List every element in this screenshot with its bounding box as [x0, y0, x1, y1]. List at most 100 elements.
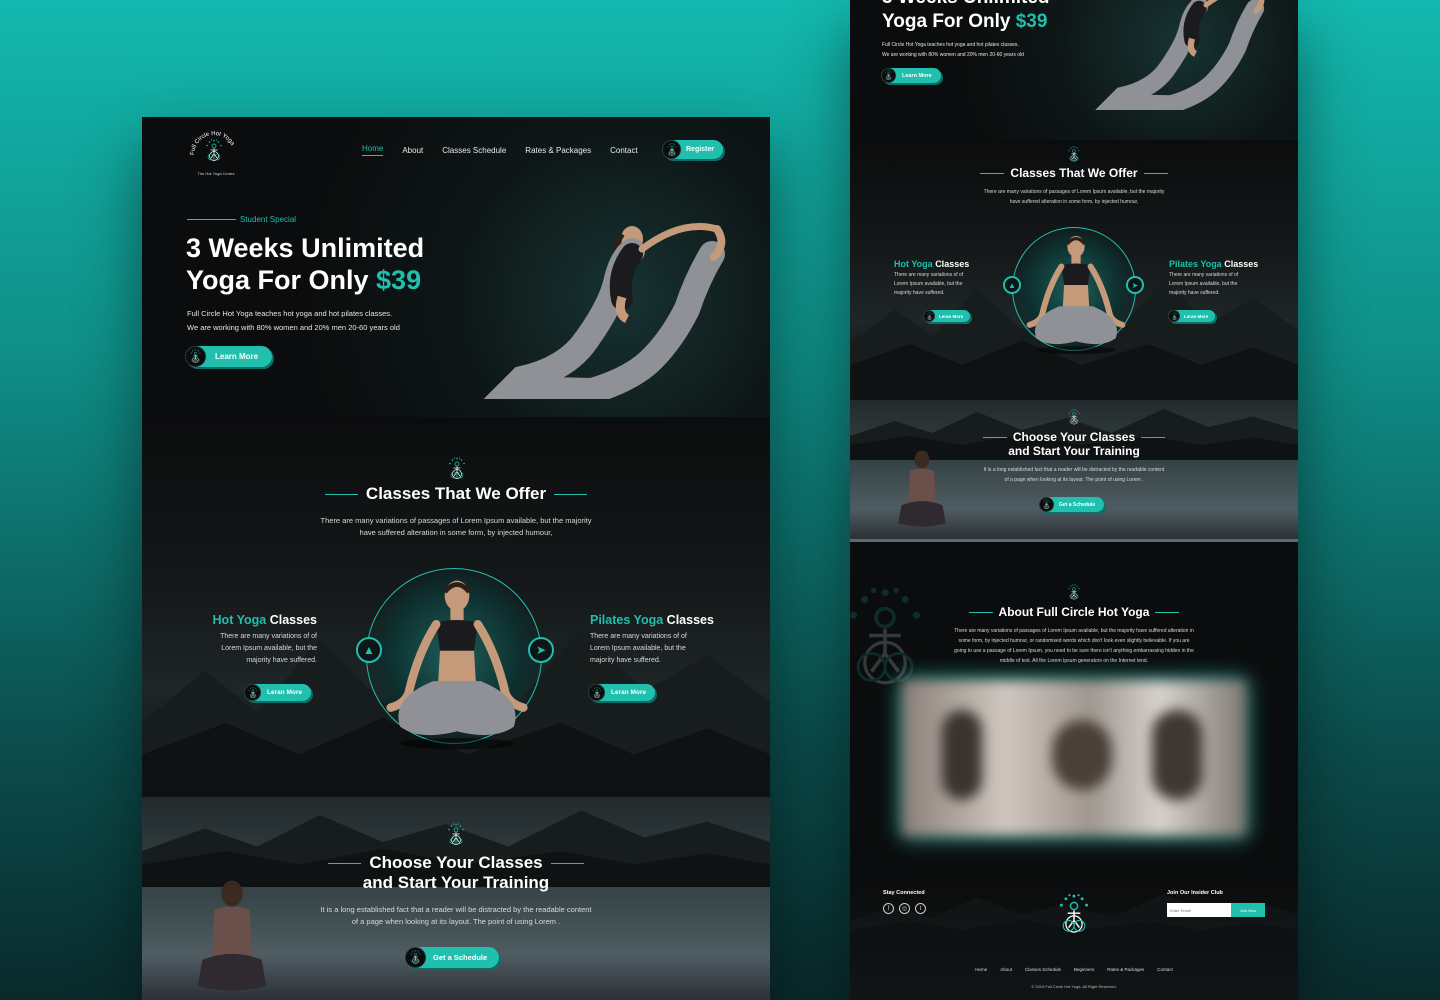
nav-item-contact[interactable]: Contact — [610, 146, 638, 155]
about-desc-line1: There are many variations of passages of… — [954, 628, 1194, 634]
pilates-desc: There are many variations of of Lorem Ip… — [1169, 272, 1239, 296]
classes-title: Classes That We Offer — [850, 166, 1298, 180]
lotus-icon — [1068, 584, 1080, 600]
twitter-icon[interactable]: t — [915, 903, 926, 914]
choose-title-line1: Choose Your Classes — [1012, 430, 1136, 444]
hot-yoga-button-label: Leran More — [939, 313, 964, 319]
classes-desc-line2: have suffered alteration in some form, b… — [1009, 199, 1139, 205]
join-now-button[interactable]: Join Now — [1231, 903, 1265, 917]
hero-button-label: Learn More — [902, 72, 932, 79]
hero-title-text: Yoga For Only — [186, 265, 369, 295]
newsletter-form: Join Now — [1167, 903, 1265, 917]
classes-desc-line1: There are many variations of passages of… — [320, 516, 592, 525]
about-title-text: About Full Circle Hot Yoga — [998, 605, 1150, 619]
choose-description: It is a long established fact that a rea… — [142, 904, 770, 928]
footer-link-classes-schedule[interactable]: Classes Schedule — [1025, 967, 1061, 972]
hot-yoga-chip[interactable]: ▲ — [356, 637, 382, 663]
hero-title-line1: 3 Weeks Unlimited — [882, 0, 1050, 10]
choose-title-line2: and Start Your Training — [1008, 444, 1140, 458]
choose-desc-line2: of a page when looking at its layout. Th… — [1004, 477, 1144, 483]
get-schedule-button[interactable]: Get a Schedule — [405, 947, 500, 968]
about-video-image[interactable] — [902, 680, 1246, 836]
about-desc-line4: middle of text. All the Lorem Ipsum gene… — [999, 658, 1149, 664]
pilates-accent: Pilates Yoga — [1169, 259, 1222, 269]
hero-yoga-image — [1090, 0, 1280, 110]
stretch-pose-icon: ➤ — [535, 643, 547, 657]
footer-link-contact[interactable]: Contact — [1157, 967, 1173, 972]
choose-description: It is a long established fact that a rea… — [850, 465, 1298, 485]
hot-yoga-card: Hot Yoga Classes There are many variatio… — [204, 613, 317, 667]
pilates-learn-button[interactable]: Leran More — [588, 684, 656, 701]
sitting-woman-image — [197, 880, 267, 991]
footer-link-home[interactable]: Home — [975, 967, 987, 972]
hot-yoga-learn-button[interactable]: Leran More — [923, 310, 971, 322]
lotus-icon — [447, 823, 465, 845]
pilates-desc: There are many variations of of Lorem Ip… — [590, 633, 687, 664]
lotus-icon — [1068, 146, 1080, 162]
hero-title-text: Yoga For Only — [882, 11, 1011, 32]
nav-item-classes-schedule[interactable]: Classes Schedule — [442, 146, 506, 155]
hero-title: 3 Weeks Unlimited Yoga For Only $39 — [882, 0, 1050, 34]
lotus-icon — [405, 947, 426, 968]
footer-link-beginners[interactable]: Beginners — [1074, 967, 1094, 972]
hot-yoga-accent: Hot Yoga — [212, 613, 267, 627]
stretch-pose-icon: ➤ — [1131, 280, 1139, 290]
classes-title-text: Classes That We Offer — [365, 484, 547, 503]
email-input[interactable] — [1167, 903, 1231, 917]
lotus-icon — [1068, 409, 1080, 425]
hero-learn-more-button[interactable]: Learn More — [881, 68, 941, 83]
register-button[interactable]: Register — [662, 140, 724, 159]
choose-title-line2: and Start Your Training — [362, 873, 550, 892]
pilates-chip[interactable]: ➤ — [528, 637, 554, 663]
about-title: About Full Circle Hot Yoga — [850, 605, 1298, 619]
classes-description: There are many variations of passages of… — [142, 515, 770, 539]
nav-item-rates-packages[interactable]: Rates & Packages — [525, 146, 591, 155]
hot-yoga-rest: Classes — [269, 613, 317, 627]
hero-description: Full Circle Hot Yoga teaches hot yoga an… — [187, 307, 400, 335]
hero-desc-line2: We are working with 80% women and 20% me… — [187, 323, 400, 332]
pilates-card: Pilates Yoga Classes There are many vari… — [590, 613, 730, 667]
lotus-icon — [881, 68, 896, 83]
hot-yoga-accent: Hot Yoga — [894, 259, 933, 269]
hero-title-line2: Yoga For Only $39 — [186, 264, 424, 296]
pilates-chip[interactable]: ➤ — [1126, 276, 1144, 294]
main-nav: Home About Classes Schedule Rates & Pack… — [362, 144, 638, 156]
choose-desc-line2: of a page when looking at its layout. Th… — [351, 917, 561, 926]
hero-description: Full Circle Hot Yoga teaches hot yoga an… — [882, 40, 1024, 60]
hot-yoga-desc: There are many variations of of Lorem Ip… — [894, 272, 964, 296]
hero-learn-more-button[interactable]: Learn More — [185, 346, 273, 367]
facebook-icon[interactable]: f — [883, 903, 894, 914]
meditation-image — [1018, 232, 1134, 358]
hot-yoga-desc: There are many variations of of Lorem Ip… — [220, 633, 317, 664]
footer-nav: Home About Classes Schedule Beginners Ra… — [850, 967, 1298, 972]
nav-item-home[interactable]: Home — [362, 144, 384, 156]
hot-yoga-rest: Classes — [935, 259, 970, 269]
hot-yoga-card: Hot Yoga Classes There are many variatio… — [894, 259, 978, 298]
classes-desc-line1: There are many variations of passages of… — [983, 189, 1165, 195]
lotus-icon — [185, 346, 206, 367]
footer-link-about[interactable]: About — [1000, 967, 1012, 972]
footer-link-rates-packages[interactable]: Rates & Packages — [1107, 967, 1144, 972]
pilates-rest: Classes — [666, 613, 714, 627]
pilates-learn-button[interactable]: Leran More — [1168, 310, 1216, 322]
get-schedule-label: Get a Schedule — [1059, 501, 1096, 508]
hero-eyebrow: Student Special — [187, 215, 296, 224]
lotus-icon — [588, 684, 605, 701]
lotus-icon — [244, 684, 261, 701]
sitting-woman-image — [898, 450, 946, 527]
meditation-image — [374, 575, 540, 755]
get-schedule-label: Get a Schedule — [433, 953, 488, 962]
hot-yoga-chip[interactable]: ▲ — [1003, 276, 1021, 294]
get-schedule-button[interactable]: Get a Schedule — [1039, 497, 1105, 512]
site-logo[interactable]: Full Circle Hot Yoga The Hot Yoga Centre — [186, 125, 242, 181]
hot-yoga-learn-button[interactable]: Leran More — [244, 684, 312, 701]
footer-logo-icon[interactable] — [1056, 890, 1092, 940]
hero-title-line1: 3 Weeks Unlimited — [186, 233, 425, 263]
instagram-icon[interactable]: ◎ — [899, 903, 910, 914]
register-button-label: Register — [686, 146, 715, 153]
hero-title: 3 Weeks Unlimited Yoga For Only $39 — [186, 232, 424, 296]
choose-desc-line1: It is a long established fact that a rea… — [320, 905, 592, 914]
hero-button-label: Learn More — [215, 352, 259, 361]
pilates-card: Pilates Yoga Classes There are many vari… — [1169, 259, 1269, 298]
nav-item-about[interactable]: About — [402, 146, 423, 155]
